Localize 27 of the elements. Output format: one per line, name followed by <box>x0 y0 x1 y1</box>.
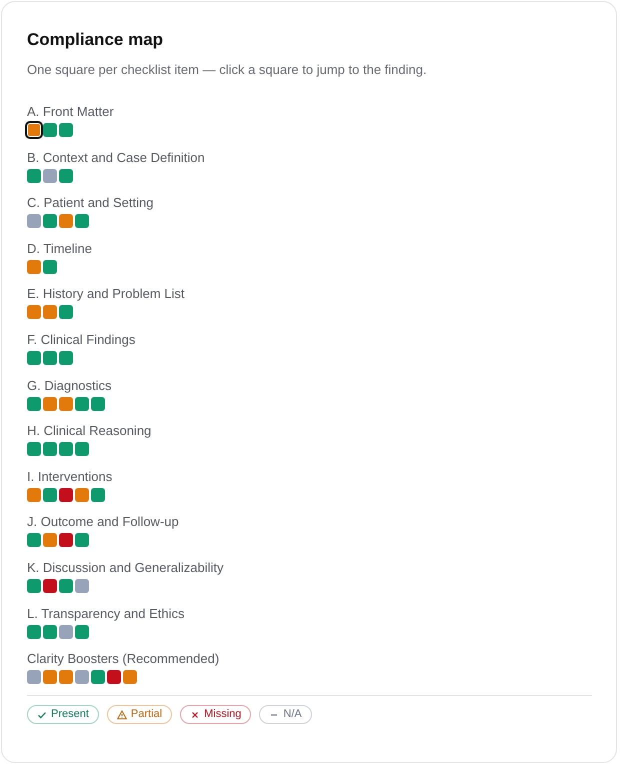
close-icon <box>190 710 200 720</box>
card-title: Compliance map <box>27 29 164 51</box>
legend-badge: Missing <box>180 705 252 724</box>
section-label: J. Outcome and Follow-up <box>27 514 180 530</box>
status-square[interactable] <box>59 533 73 548</box>
section-label: H. Clinical Reasoning <box>27 423 152 440</box>
status-square[interactable] <box>43 578 57 593</box>
card-subtitle: One square per checklist item — click a square to jump to the finding. <box>27 61 428 79</box>
section-label: L. Transparency and Ethics <box>27 606 186 622</box>
check-icon <box>37 710 47 720</box>
section-label: G. Diagnostics <box>27 378 113 394</box>
section-label: C. Patient and Setting <box>27 195 154 212</box>
section-label: F. Clinical Findings <box>27 332 136 348</box>
section-label: D. Timeline <box>27 240 94 257</box>
status-square[interactable] <box>27 123 41 137</box>
section-label: I. Interventions <box>27 468 114 485</box>
section-label: K. Discussion and Generalizability <box>27 560 225 576</box>
legend-badge: Present <box>27 705 99 724</box>
section-label: B. Context and Case Definition <box>27 150 206 166</box>
status-square[interactable] <box>107 670 121 684</box>
section-label: Clarity Boosters (Recommended) <box>27 651 220 668</box>
status-square[interactable] <box>59 488 73 502</box>
warning-icon <box>116 710 127 720</box>
section-label: A. Front Matter <box>27 104 115 120</box>
legend-badge: N/A <box>259 705 312 724</box>
legend-badge: Partial <box>106 705 172 724</box>
section-label: E. History and Problem List <box>27 286 186 302</box>
